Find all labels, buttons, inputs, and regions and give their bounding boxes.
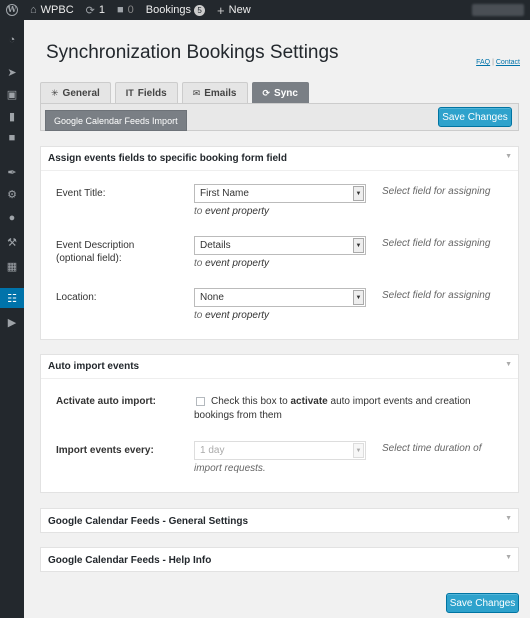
site-name-link[interactable]: ⌂ WPBC [24,0,80,20]
import-every-hint: Select time duration of [382,443,482,454]
event-description-label: Event Description (optional field): [56,240,135,264]
expand-caret-icon[interactable]: ▼ [505,554,512,561]
event-title-label: Event Title: [56,188,106,199]
import-every-select[interactable]: 1 day ▼ [194,441,366,460]
booking-calendar-icon[interactable]: ☷ [0,288,24,308]
event-title-hint-2: to event property [194,206,270,217]
assign-fields-panel: Assign events fields to specific booking… [40,146,519,340]
admin-sidebar: ◔ ➤ ▣ ▮ ■ ✒ ⚙ ● ⚒ ▦ ☷ ▶ [0,20,24,618]
chevron-down-icon: ▼ [353,290,364,305]
import-every-hint-2: import requests. [194,463,266,474]
event-description-hint: Select field for assigning [382,238,491,249]
play-icon[interactable]: ▶ [0,312,24,332]
pages-icon[interactable]: ▮ [0,106,24,126]
general-settings-panel: Google Calendar Feeds - General Settings… [40,508,519,533]
subtab-google-calendar-import[interactable]: Google Calendar Feeds Import [45,110,187,131]
bookings-link[interactable]: Bookings 5 [140,0,211,20]
chevron-down-icon: ▼ [353,443,364,458]
new-content-link[interactable]: + New [211,0,257,20]
assign-fields-panel-header[interactable]: Assign events fields to specific booking… [41,147,518,171]
updates-link[interactable]: ⟳ 1 [80,0,111,20]
location-label: Location: [56,292,97,303]
activate-auto-import-checkbox[interactable] [196,397,205,406]
help-links: FAQ | Contact [476,59,520,66]
appearance-icon[interactable]: ✒ [0,162,24,182]
text-field-icon: IT [125,88,134,98]
event-description-select[interactable]: Details ▼ [194,236,366,255]
pin-icon[interactable]: ➤ [0,62,24,82]
import-every-label: Import events every: [56,445,154,456]
plugins-icon[interactable]: ⚙ [0,184,24,204]
auto-import-panel: Auto import events ▼ Activate auto impor… [40,354,519,493]
chevron-down-icon: ▼ [353,186,364,201]
refresh-icon: ⟳ [85,4,95,17]
tab-fields[interactable]: IT Fields [114,82,178,103]
envelope-icon: ✉ [192,87,201,98]
admin-bar: W ⌂ WPBC ⟳ 1 ■ 0 Bookings 5 + New [0,0,530,20]
settings-icon[interactable]: ▦ [0,256,24,276]
dashboard-icon[interactable]: ◔ [0,30,24,50]
plus-icon: + [217,2,225,18]
comments-icon[interactable]: ■ [0,128,24,148]
help-info-panel: Google Calendar Feeds - Help Info ▼ [40,547,519,572]
activate-auto-import-description-2: bookings from them [194,410,282,421]
settings-tabs: ✳ General IT Fields ✉ Emails ⟳ Sync [40,82,309,103]
location-select[interactable]: None ▼ [194,288,366,307]
help-info-panel-header[interactable]: Google Calendar Feeds - Help Info ▼ [41,548,518,572]
home-icon: ⌂ [30,4,37,16]
event-title-hint: Select field for assigning [382,186,491,197]
collapse-caret-icon[interactable]: ▼ [505,361,512,368]
comment-icon: ■ [117,4,124,16]
comments-link[interactable]: ■ 0 [111,0,140,20]
tab-general[interactable]: ✳ General [40,82,111,103]
main-content: Synchronization Bookings Settings FAQ | … [24,20,530,618]
chevron-down-icon: ▼ [353,238,364,253]
users-icon[interactable]: ● [0,208,24,228]
sub-toolbar: Google Calendar Feeds Import Save Change… [40,103,519,131]
activate-auto-import-description: Check this box to activate auto import e… [211,396,471,407]
asterisk-icon: ✳ [51,87,59,98]
faq-link[interactable]: FAQ [476,59,490,66]
collapse-caret-icon[interactable]: ▼ [505,153,512,160]
tools-icon[interactable]: ⚒ [0,232,24,252]
tab-emails[interactable]: ✉ Emails [181,82,248,103]
refresh-icon: ⟳ [262,87,271,98]
activate-auto-import-label: Activate auto import: [56,396,157,407]
media-icon[interactable]: ▣ [0,84,24,104]
page-title: Synchronization Bookings Settings [46,42,339,63]
event-title-select[interactable]: First Name ▼ [194,184,366,203]
general-settings-panel-header[interactable]: Google Calendar Feeds - General Settings… [41,509,518,533]
save-changes-button-top[interactable]: Save Changes [438,107,512,127]
location-hint: Select field for assigning [382,290,491,301]
user-account-menu[interactable] [472,4,524,16]
save-changes-button-bottom[interactable]: Save Changes [446,593,519,613]
wordpress-logo-icon[interactable]: W [0,0,24,20]
location-hint-2: to event property [194,310,270,321]
expand-caret-icon[interactable]: ▼ [505,515,512,522]
contact-link[interactable]: Contact [496,59,520,66]
event-description-hint-2: to event property [194,258,270,269]
tab-sync[interactable]: ⟳ Sync [251,82,309,103]
auto-import-panel-header[interactable]: Auto import events ▼ [41,355,518,379]
bookings-count-badge: 5 [194,4,206,16]
